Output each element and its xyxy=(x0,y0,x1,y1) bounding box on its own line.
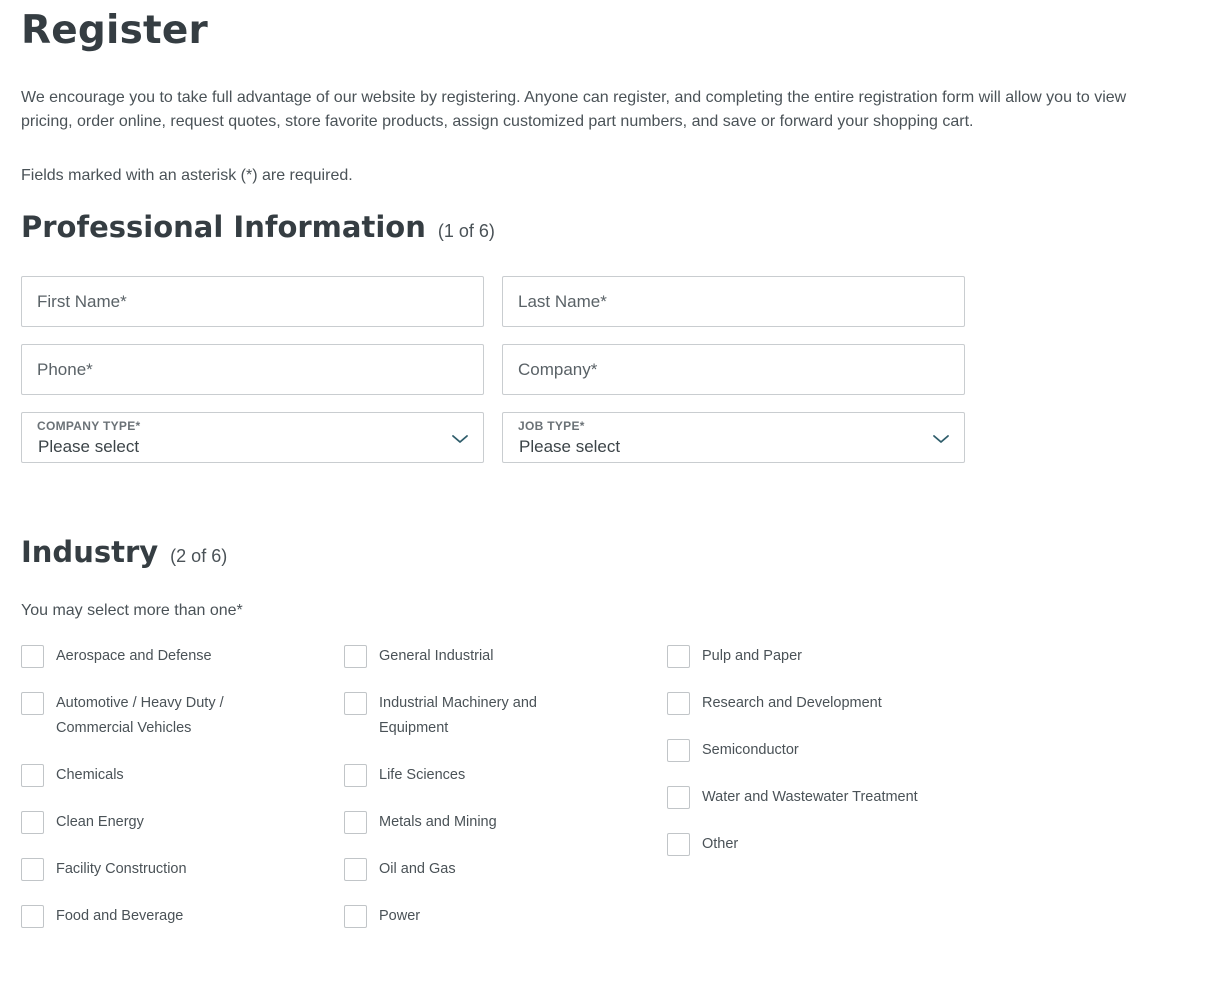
industry-option[interactable]: Food and Beverage xyxy=(21,905,321,929)
industry-option-label: Aerospace and Defense xyxy=(56,648,212,664)
industry-option[interactable]: General Industrial xyxy=(344,645,644,669)
industry-option-label: Life Sciences xyxy=(379,767,466,783)
industry-option[interactable]: Metals and Mining xyxy=(344,811,644,835)
checkbox[interactable] xyxy=(344,905,367,928)
industry-option-label: Oil and Gas xyxy=(379,861,456,877)
first-name-field[interactable] xyxy=(21,276,484,327)
industry-hint: You may select more than one* xyxy=(21,602,243,619)
professional-section-heading: Professional Information xyxy=(21,210,426,244)
intro-text: We encourage you to take full advantage … xyxy=(21,89,1127,130)
checkbox[interactable] xyxy=(667,645,690,668)
checkbox[interactable] xyxy=(667,786,690,809)
chevron-down-icon[interactable] xyxy=(932,433,950,445)
industry-option[interactable]: Aerospace and Defense xyxy=(21,645,321,669)
checkbox[interactable] xyxy=(344,858,367,881)
checkbox[interactable] xyxy=(21,811,44,834)
company-field[interactable] xyxy=(502,344,965,395)
industry-option[interactable]: Life Sciences xyxy=(344,764,644,788)
industry-option-label: Metals and Mining xyxy=(379,814,497,830)
checkbox[interactable] xyxy=(344,692,367,715)
checkbox[interactable] xyxy=(667,692,690,715)
industry-option-label: Water and Wastewater Treatment xyxy=(702,789,918,805)
last-name-field[interactable] xyxy=(502,276,965,327)
job-type-value: Please select xyxy=(519,437,621,456)
required-note: Fields marked with an asterisk (*) are r… xyxy=(21,167,353,184)
company-type-label: COMPANY TYPE* xyxy=(37,419,141,433)
industry-option[interactable]: Chemicals xyxy=(21,764,321,788)
checkbox[interactable] xyxy=(344,764,367,787)
industry-option-label: Pulp and Paper xyxy=(702,648,802,664)
checkbox[interactable] xyxy=(667,833,690,856)
checkbox[interactable] xyxy=(21,905,44,928)
industry-section-step: (2 of 6) xyxy=(170,546,228,566)
company-input[interactable] xyxy=(503,345,964,394)
industry-section-heading: Industry xyxy=(21,535,159,569)
phone-input[interactable] xyxy=(22,345,483,394)
industry-option[interactable]: Industrial Machinery and Equipment xyxy=(344,692,644,741)
checkbox[interactable] xyxy=(21,692,44,715)
professional-section-title: Professional Information (1 of 6) xyxy=(21,210,495,244)
industry-option-label: Automotive / Heavy Duty / Commercial Veh… xyxy=(56,695,224,736)
checkbox[interactable] xyxy=(667,739,690,762)
industry-option-label: Other xyxy=(702,836,739,852)
industry-option[interactable]: Pulp and Paper xyxy=(667,645,967,669)
industry-option-label: Power xyxy=(379,908,421,924)
page-title: Register xyxy=(21,8,208,53)
professional-section-step: (1 of 6) xyxy=(437,221,495,241)
industry-option[interactable]: Water and Wastewater Treatment xyxy=(667,786,967,810)
job-type-label: JOB TYPE* xyxy=(518,419,585,433)
checkbox[interactable] xyxy=(21,858,44,881)
industry-option[interactable]: Other xyxy=(667,833,967,857)
industry-option-label: Semiconductor xyxy=(702,742,799,758)
industry-column-1: Aerospace and Defense Automotive / Heavy… xyxy=(21,645,321,952)
industry-column-3: Pulp and Paper Research and Development … xyxy=(667,645,967,880)
chevron-down-icon[interactable] xyxy=(451,433,469,445)
industry-option[interactable]: Semiconductor xyxy=(667,739,967,763)
industry-section-title: Industry (2 of 6) xyxy=(21,535,227,569)
checkbox[interactable] xyxy=(21,764,44,787)
first-name-input[interactable] xyxy=(22,277,483,326)
industry-column-2: General Industrial Industrial Machinery … xyxy=(344,645,644,952)
checkbox[interactable] xyxy=(344,811,367,834)
industry-option[interactable]: Automotive / Heavy Duty / Commercial Veh… xyxy=(21,692,321,741)
industry-option[interactable]: Research and Development xyxy=(667,692,967,716)
industry-option[interactable]: Oil and Gas xyxy=(344,858,644,882)
last-name-input[interactable] xyxy=(503,277,964,326)
industry-option-label: Chemicals xyxy=(56,767,124,783)
company-type-value: Please select xyxy=(38,437,140,456)
industry-option-label: Food and Beverage xyxy=(56,908,184,924)
industry-option[interactable]: Facility Construction xyxy=(21,858,321,882)
company-type-select[interactable]: COMPANY TYPE* Please select xyxy=(21,412,484,463)
checkbox[interactable] xyxy=(344,645,367,668)
industry-option-label: Industrial Machinery and Equipment xyxy=(379,695,537,736)
industry-option-label: Facility Construction xyxy=(56,861,187,877)
checkbox[interactable] xyxy=(21,645,44,668)
phone-field[interactable] xyxy=(21,344,484,395)
industry-option[interactable]: Power xyxy=(344,905,644,929)
job-type-select[interactable]: JOB TYPE* Please select xyxy=(502,412,965,463)
industry-option[interactable]: Clean Energy xyxy=(21,811,321,835)
industry-option-label: Clean Energy xyxy=(56,814,144,830)
industry-option-label: General Industrial xyxy=(379,648,494,664)
industry-option-label: Research and Development xyxy=(702,695,882,711)
